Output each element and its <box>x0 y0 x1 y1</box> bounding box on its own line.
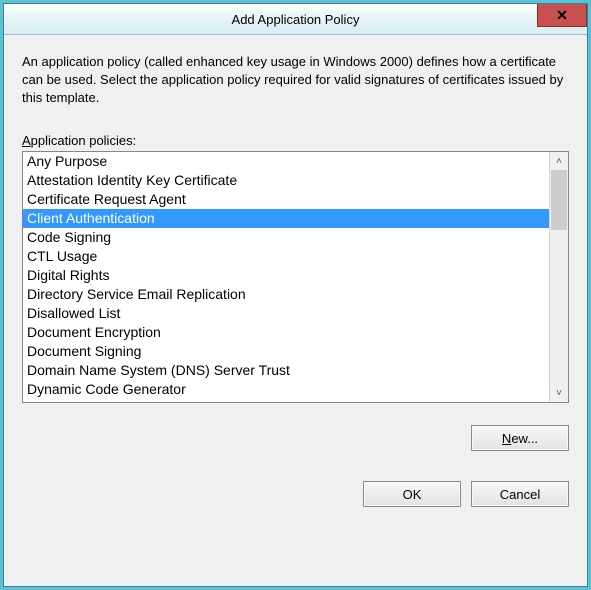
policy-item[interactable]: Code Signing <box>23 228 549 247</box>
policies-label-accel: A <box>22 133 31 148</box>
new-button-rest: ew... <box>511 431 538 446</box>
description-text: An application policy (called enhanced k… <box>22 53 569 107</box>
dialog-body: An application policy (called enhanced k… <box>4 35 587 586</box>
window-title: Add Application Policy <box>4 12 587 27</box>
policy-item[interactable]: Dynamic Code Generator <box>23 380 549 399</box>
close-icon: ✕ <box>556 8 568 22</box>
policies-listbox[interactable]: Any PurposeAttestation Identity Key Cert… <box>22 151 569 403</box>
chevron-down-icon: ˅ <box>556 388 562 399</box>
new-button-row: New... <box>22 425 569 451</box>
new-button-accel: N <box>502 431 511 446</box>
dialog-footer: OK Cancel <box>22 481 569 507</box>
policy-item[interactable]: Client Authentication <box>23 209 549 228</box>
chevron-up-icon: ˄ <box>556 156 562 167</box>
scroll-track[interactable] <box>550 170 568 384</box>
scroll-down-button[interactable]: ˅ <box>550 384 568 402</box>
policy-item[interactable]: Attestation Identity Key Certificate <box>23 171 549 190</box>
ok-button[interactable]: OK <box>363 481 461 507</box>
scrollbar[interactable]: ˄ ˅ <box>549 152 568 402</box>
policies-label-rest: pplication policies: <box>31 133 137 148</box>
policy-item[interactable]: Domain Name System (DNS) Server Trust <box>23 361 549 380</box>
policy-item[interactable]: CTL Usage <box>23 247 549 266</box>
scroll-up-button[interactable]: ˄ <box>550 152 568 170</box>
policies-label: Application policies: <box>22 133 569 148</box>
policy-item[interactable]: Document Encryption <box>23 323 549 342</box>
policy-item[interactable]: Digital Rights <box>23 266 549 285</box>
policy-item[interactable]: Directory Service Email Replication <box>23 285 549 304</box>
policy-item[interactable]: Any Purpose <box>23 152 549 171</box>
close-button[interactable]: ✕ <box>537 4 587 27</box>
policy-item[interactable]: Disallowed List <box>23 304 549 323</box>
scroll-thumb[interactable] <box>551 170 567 230</box>
dialog-window: Add Application Policy ✕ An application … <box>3 3 588 587</box>
cancel-button[interactable]: Cancel <box>471 481 569 507</box>
policies-list-viewport: Any PurposeAttestation Identity Key Cert… <box>23 152 549 402</box>
policy-item[interactable]: Certificate Request Agent <box>23 190 549 209</box>
policy-item[interactable]: Document Signing <box>23 342 549 361</box>
new-button[interactable]: New... <box>471 425 569 451</box>
titlebar: Add Application Policy ✕ <box>4 4 587 35</box>
